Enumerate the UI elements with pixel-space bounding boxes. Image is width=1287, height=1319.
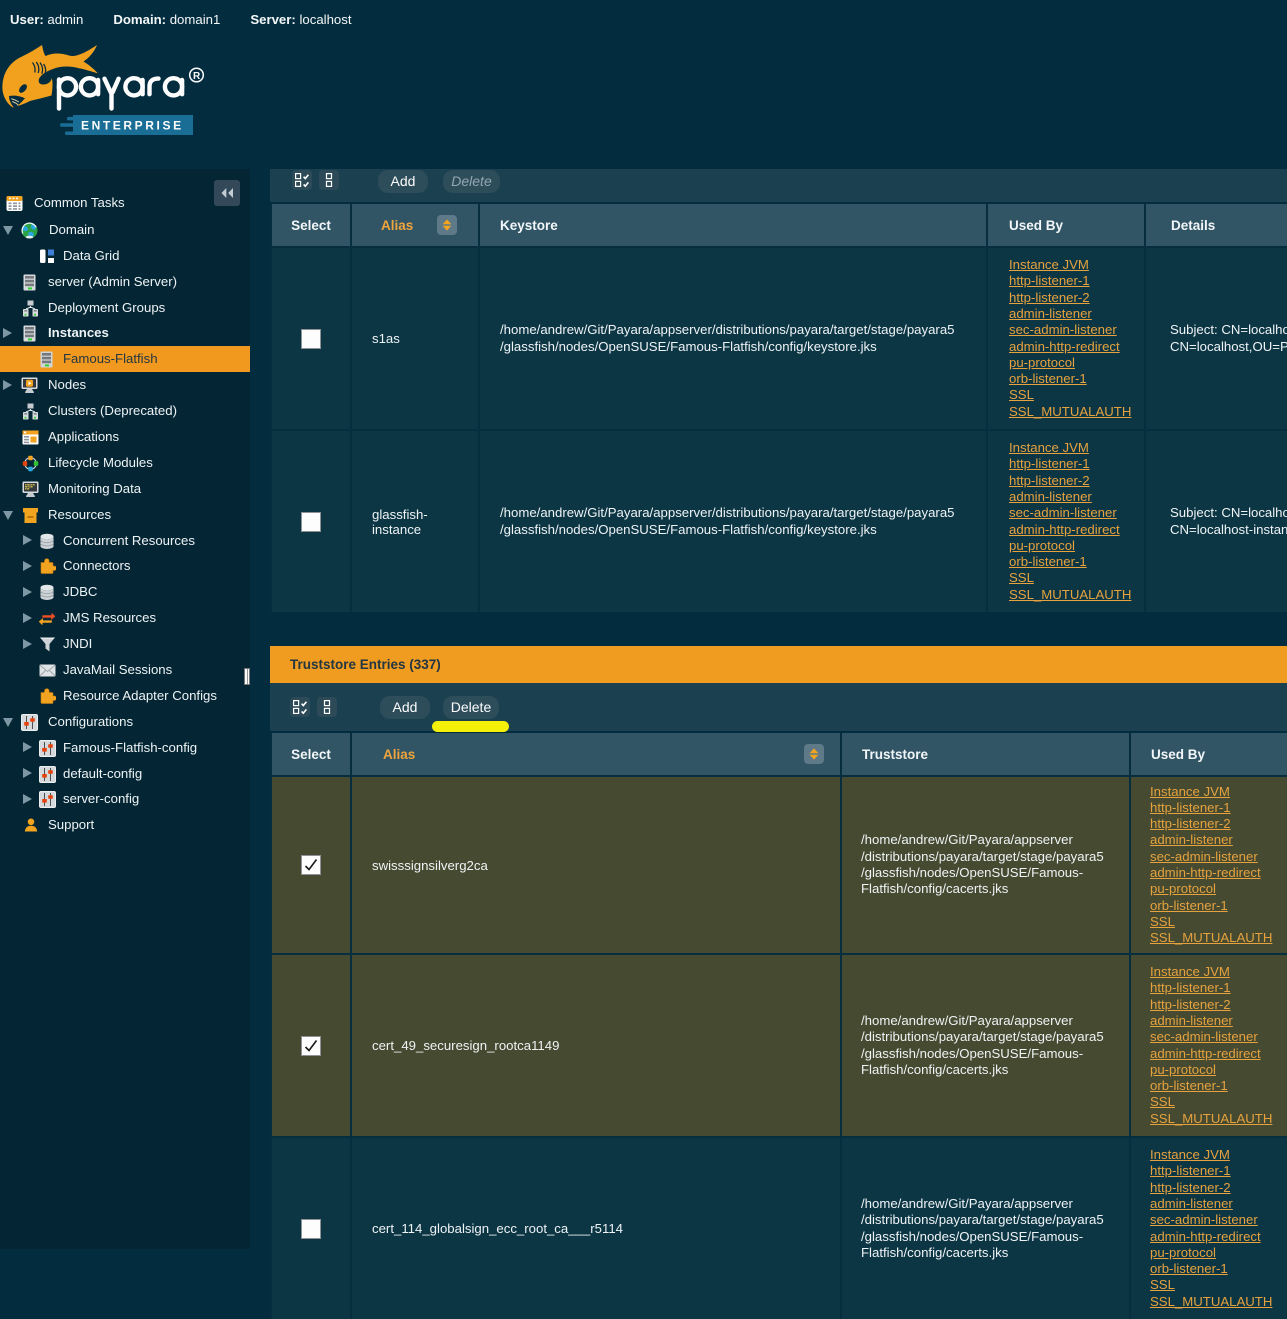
- svg-text:R: R: [193, 71, 201, 82]
- svg-text:ENTERPRISE: ENTERPRISE: [81, 119, 184, 133]
